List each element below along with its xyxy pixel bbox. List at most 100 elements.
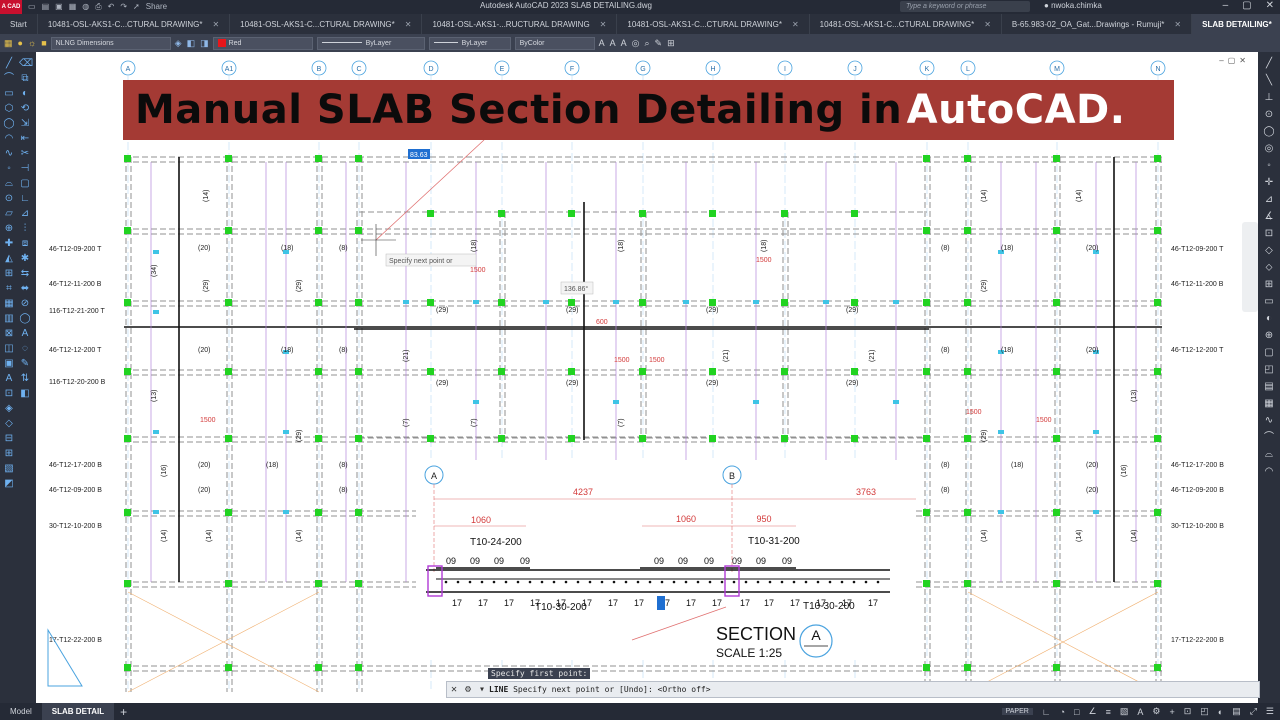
add-layout-icon[interactable]: + — [114, 703, 133, 720]
document-tab[interactable]: 10481-OSL-AKS1-...RUCTURAL DRAWING ✕ — [422, 14, 618, 34]
sun-icon[interactable]: ☼ — [28, 38, 36, 49]
image-icon[interactable]: ◇ — [3, 418, 15, 430]
dimension-tool-icon[interactable]: ◯ — [1263, 126, 1275, 138]
new-icon[interactable]: ▭ — [28, 2, 36, 12]
autocad-logo[interactable]: A CAD — [0, 0, 22, 14]
document-tab[interactable]: Start — [0, 14, 38, 34]
trim-icon[interactable]: ✂ — [19, 148, 31, 160]
attdef-icon[interactable]: ◈ — [3, 403, 15, 415]
match-layer-icon[interactable]: ◈ — [175, 38, 182, 49]
command-dropdown-icon[interactable]: ▾ — [475, 684, 489, 695]
multileader-icon[interactable]: ▧ — [3, 463, 15, 475]
customize-command-icon[interactable]: ⚙ — [461, 684, 475, 695]
line-icon[interactable]: ╱ — [3, 58, 15, 70]
ellipse-icon[interactable]: ⌓ — [3, 178, 15, 190]
chamfer-icon[interactable]: ∟ — [19, 193, 31, 205]
scale-icon[interactable]: ⇲ — [19, 118, 31, 130]
erase-icon[interactable]: ⌫ — [19, 58, 33, 70]
dimension-tool-icon[interactable]: ⊥ — [1263, 92, 1275, 104]
edit-icon[interactable]: ✎ — [19, 358, 31, 370]
dimension-tool-icon[interactable]: ◐ — [1263, 313, 1275, 325]
insert-icon[interactable]: ⊕ — [3, 223, 15, 235]
dimension-tool-icon[interactable]: ◰ — [1263, 364, 1275, 376]
close-tab-icon[interactable]: ✕ — [792, 20, 799, 29]
redo-icon[interactable]: ↷ — [120, 2, 127, 12]
layer-properties-icon[interactable]: ▦ — [4, 38, 13, 49]
dimension-tool-icon[interactable]: ╲ — [1263, 75, 1275, 87]
linetype-dropdown[interactable]: ByLayer — [316, 36, 425, 50]
xline-icon[interactable]: ✚ — [3, 238, 15, 250]
wipeout-icon[interactable]: ◭ — [3, 253, 15, 265]
document-tab[interactable]: SLAB DETAILING*✕ — [1192, 14, 1280, 34]
dimension-tool-icon[interactable]: ⊞ — [1263, 279, 1275, 291]
layer-dropdown[interactable]: NLNG Dimensions — [50, 36, 171, 50]
xref-icon[interactable]: ⊟ — [3, 433, 15, 445]
dimension-tool-icon[interactable]: ▤ — [1263, 381, 1275, 393]
transparency-icon[interactable]: ▧ — [1120, 706, 1129, 717]
measure-icon[interactable]: ◯ — [19, 313, 31, 325]
fillet-icon[interactable]: ⊿ — [19, 208, 31, 220]
menu-icon[interactable]: ☰ — [1266, 706, 1274, 717]
break-icon[interactable]: ▢ — [19, 178, 31, 190]
align-icon[interactable]: ⇅ — [19, 373, 31, 385]
explode-icon[interactable]: ✱ — [19, 253, 31, 265]
share-button[interactable]: Share — [146, 2, 167, 12]
text-style-icon[interactable]: A — [599, 38, 605, 49]
dimension-tool-icon[interactable]: ◎ — [1263, 143, 1275, 155]
plotstyle-dropdown[interactable]: ByColor — [514, 36, 595, 50]
lock-icon[interactable]: ■ — [41, 38, 46, 49]
group-icon[interactable]: ▣ — [3, 358, 15, 370]
annotation-icon[interactable]: A — [1137, 707, 1143, 717]
user-account[interactable]: ● nwoka.chimka — [1044, 1, 1102, 10]
text-scale-icon[interactable]: A — [621, 38, 627, 49]
layout-tab[interactable]: SLAB DETAIL — [41, 703, 115, 720]
plot-icon[interactable]: ⎙ — [95, 2, 101, 12]
text-edit-icon[interactable]: ✎ — [655, 38, 663, 49]
osnap-icon[interactable]: □ — [1074, 707, 1079, 717]
close-icon[interactable]: ✕ — [1266, 0, 1274, 11]
minimize-icon[interactable]: – — [1223, 0, 1229, 11]
dimension-tool-icon[interactable]: ◦ — [1263, 160, 1275, 172]
drawing-canvas[interactable]: A A1 B C D E F G H I J K L M N (20) (18) (8) (29) (29) (29) (… — [36, 52, 1258, 703]
navigation-bar[interactable] — [1242, 222, 1258, 312]
field-icon[interactable]: ⊡ — [3, 388, 15, 400]
workspace-icon[interactable]: ⚙ — [1152, 706, 1160, 717]
point-icon[interactable]: ◦ — [3, 163, 15, 175]
dimension-tool-icon[interactable]: ⊡ — [1263, 228, 1275, 240]
paper-toggle[interactable]: PAPER — [1001, 708, 1033, 715]
maximize-icon[interactable]: ▢ — [1242, 0, 1251, 11]
offset-icon[interactable]: ⧈ — [19, 238, 31, 250]
copy-icon[interactable]: ⧉ — [19, 73, 31, 85]
share-icon[interactable]: ➚ — [133, 2, 140, 12]
hatch-icon[interactable]: ⌗ — [3, 283, 15, 295]
revcloud-icon[interactable]: ⊠ — [3, 328, 15, 340]
lengthen-icon[interactable]: ◌ — [19, 343, 31, 355]
text-edit-icon[interactable]: A — [19, 328, 31, 340]
bulb-icon[interactable]: ● — [18, 38, 23, 49]
dimension-tool-icon[interactable]: ⊙ — [1263, 109, 1275, 121]
close-tab-icon[interactable]: ✕ — [405, 20, 412, 29]
polyline-icon[interactable]: ⌒ — [3, 73, 15, 85]
close-tab-icon[interactable]: ✕ — [600, 20, 607, 29]
undo-icon[interactable]: ↶ — [108, 2, 115, 12]
dimension-tool-icon[interactable]: ▭ — [1263, 296, 1275, 308]
document-tab[interactable]: 10481-OSL-AKS1-C...CTURAL DRAWING* ✕ — [230, 14, 423, 34]
viewport-icon[interactable]: ◩ — [3, 478, 15, 490]
dimension-tool-icon[interactable]: ⌒ — [1263, 432, 1275, 444]
text-find-icon[interactable]: ⌕ — [645, 38, 650, 49]
command-line[interactable]: ✕ ⚙ ▾ LINE Specify next point or [Undo]:… — [446, 681, 1260, 698]
close-tab-icon[interactable]: ✕ — [984, 20, 991, 29]
color-dropdown[interactable]: Red — [212, 36, 313, 50]
document-tab[interactable]: 10481-OSL-AKS1-C...CTURAL DRAWING* ✕ — [810, 14, 1002, 34]
model-tab[interactable]: Model — [0, 703, 42, 720]
dimension-tool-icon[interactable]: ∡ — [1263, 211, 1275, 223]
document-tab[interactable]: B-65.983-02_OA_Gat...Drawings - Rumuji* ✕ — [1002, 14, 1193, 34]
extend-icon[interactable]: ⊣ — [19, 163, 31, 175]
save-icon[interactable]: ▣ — [55, 2, 63, 12]
fullscreen-icon[interactable]: ⤢ — [1250, 706, 1257, 717]
saveas-icon[interactable]: ▦ — [69, 2, 77, 12]
layer-prev-icon[interactable]: ◧ — [187, 38, 196, 49]
divide-icon[interactable]: ⊘ — [19, 298, 31, 310]
rotate-icon[interactable]: ⟲ — [19, 103, 31, 115]
stretch-icon[interactable]: ⇤ — [19, 133, 31, 145]
